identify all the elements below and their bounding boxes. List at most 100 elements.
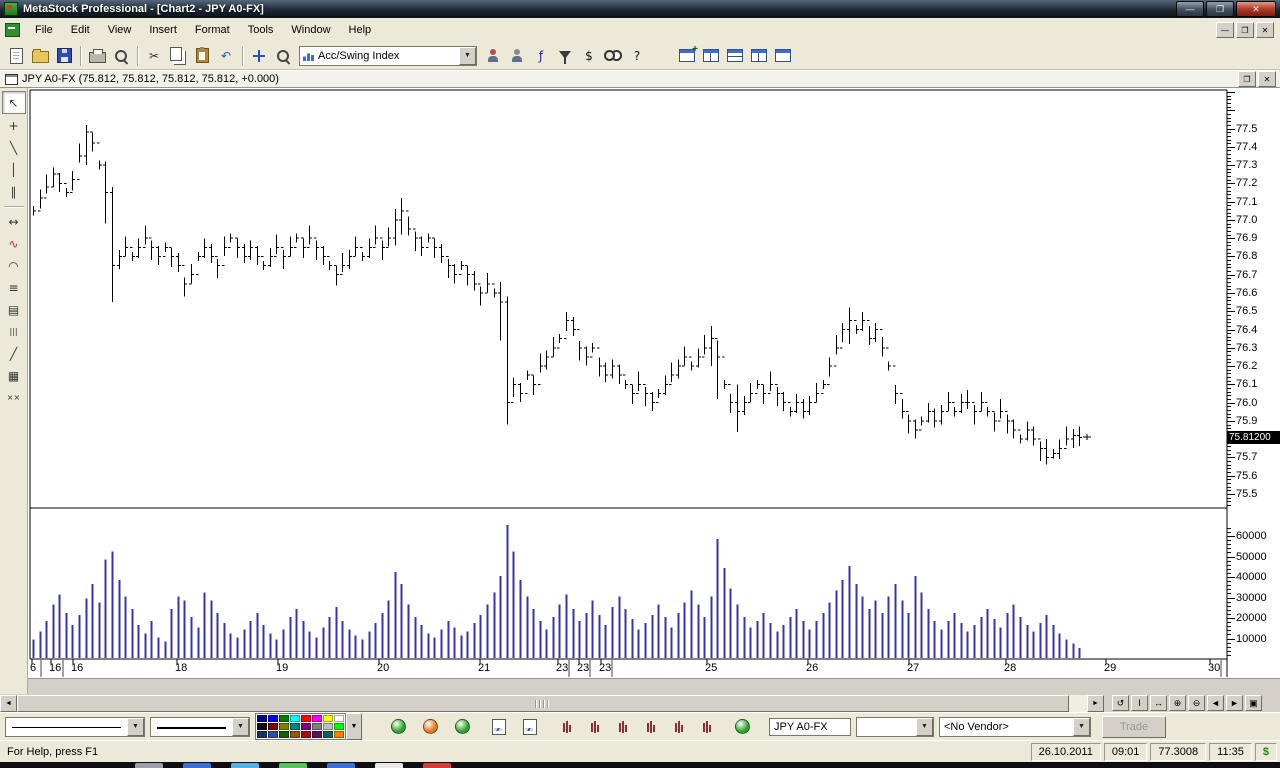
save-icon[interactable] (52, 44, 76, 67)
color-swatch[interactable] (334, 723, 344, 730)
color-swatch[interactable] (323, 731, 333, 738)
scroll-tool-icon[interactable] (247, 44, 271, 67)
taskbar-app-icon[interactable] (279, 763, 307, 768)
new-chart-icon[interactable] (4, 44, 28, 67)
connect-quotes-icon[interactable] (386, 715, 410, 738)
line-weight-combo[interactable]: ▼ (150, 717, 250, 737)
child-restore-button[interactable]: ❐ (1236, 22, 1254, 38)
point-figure-style-icon[interactable] (639, 715, 663, 738)
chart-caption-bar[interactable]: JPY A0-FX (75.812, 75.812, 75.812, 75.81… (0, 70, 1280, 88)
new-window-icon[interactable] (675, 44, 699, 67)
maximize-button[interactable]: ❐ (1206, 1, 1234, 17)
taskbar-app-icon[interactable] (231, 763, 259, 768)
color-swatch[interactable] (257, 723, 267, 730)
undo-icon[interactable]: ↶ (214, 44, 238, 67)
color-swatch[interactable] (323, 723, 333, 730)
trade-button[interactable]: Trade (1102, 716, 1166, 738)
menu-insert[interactable]: Insert (140, 20, 186, 40)
menu-view[interactable]: View (99, 20, 141, 40)
kagi-style-icon[interactable] (667, 715, 691, 738)
chart-restore-button[interactable]: ❐ (1238, 71, 1256, 87)
color-swatch[interactable] (268, 715, 278, 722)
taskbar-app-icon[interactable] (423, 763, 451, 768)
color-swatch[interactable] (279, 731, 289, 738)
windows-taskbar[interactable] (0, 762, 1280, 768)
line-style-icon[interactable] (611, 715, 635, 738)
color-swatch[interactable] (279, 715, 289, 722)
close-button[interactable]: ✕ (1236, 1, 1276, 17)
line-style-combo[interactable]: ▼ (5, 717, 145, 737)
zigzag-indicator-tool[interactable]: ∿ (3, 233, 25, 254)
indicator-quicklist-combo[interactable]: Acc/Swing Index ▼ (299, 46, 477, 66)
taskbar-app-icon[interactable] (183, 763, 211, 768)
cycle-lines-tool[interactable]: ||| (3, 321, 25, 342)
scrollbar-left-arrow[interactable]: ◄ (0, 695, 17, 712)
chevron-down-icon[interactable]: ▼ (916, 718, 933, 736)
expert-commentary-icon[interactable] (505, 44, 529, 67)
bar-style-icon[interactable] (555, 715, 579, 738)
color-swatch[interactable] (257, 731, 267, 738)
color-swatch[interactable] (290, 731, 300, 738)
color-swatch[interactable] (279, 723, 289, 730)
options-dollar-icon[interactable]: $ (577, 44, 601, 67)
zoom-out-icon[interactable]: ⊖ (1188, 695, 1205, 711)
symbol-input[interactable]: JPY A0-FX (769, 718, 851, 736)
fibonacci-arc-tool[interactable]: ◠ (3, 255, 25, 276)
scroll-arrows-tool[interactable]: ↔ (3, 211, 25, 232)
chevron-down-icon[interactable]: ▼ (1073, 718, 1090, 736)
color-swatch[interactable] (301, 731, 311, 738)
color-swatch[interactable] (323, 715, 333, 722)
chart-document-icon[interactable] (5, 23, 20, 37)
ibeam-cursor-icon[interactable]: I (1131, 695, 1148, 711)
text-note-tool[interactable]: ≡ (3, 277, 25, 298)
copy-icon[interactable] (166, 44, 190, 67)
vertical-line-tool[interactable]: │ (3, 159, 25, 180)
horizontal-scrollbar[interactable]: ◄ ► (0, 695, 1104, 712)
zoom-reset-icon[interactable]: ↺ (1112, 695, 1129, 711)
fill-pattern-tool[interactable]: ▦ (3, 365, 25, 386)
tile-vertical-icon[interactable] (699, 44, 723, 67)
light-trendline-tool[interactable]: ╱ (3, 343, 25, 364)
color-swatch[interactable] (334, 731, 344, 738)
child-close-button[interactable]: ✕ (1256, 22, 1274, 38)
menu-help[interactable]: Help (340, 20, 381, 40)
refresh-quotes-icon[interactable] (450, 715, 474, 738)
menu-format[interactable]: Format (186, 20, 239, 40)
zoom-tool-icon[interactable] (271, 44, 295, 67)
explorer-binoculars-icon[interactable] (601, 44, 625, 67)
indicator-builder-icon[interactable]: ƒ (529, 44, 553, 67)
menu-tools[interactable]: Tools (239, 20, 283, 40)
periodicity-combo[interactable]: ▼ (856, 717, 934, 737)
pointer-tool[interactable]: ↖ (2, 91, 26, 114)
taskbar-app-icon[interactable] (327, 763, 355, 768)
realtime-status-icon[interactable] (730, 715, 754, 738)
renko-style-icon[interactable] (695, 715, 719, 738)
tile-horizontal-icon[interactable] (723, 44, 747, 67)
print-icon[interactable] (85, 44, 109, 67)
menu-edit[interactable]: Edit (62, 20, 99, 40)
minimize-button[interactable]: — (1176, 1, 1204, 17)
scrollbar-thumb[interactable] (17, 695, 1069, 712)
cut-icon[interactable]: ✂ (142, 44, 166, 67)
go-to-end-icon[interactable]: ▣ (1245, 695, 1262, 711)
color-swatch[interactable] (268, 731, 278, 738)
candle-style-icon[interactable] (583, 715, 607, 738)
color-swatch[interactable] (312, 715, 322, 722)
context-help-icon[interactable]: ? (625, 44, 649, 67)
open-intraday-chart-icon[interactable] (487, 715, 511, 738)
vendor-combo[interactable]: <No Vendor> ▼ (939, 717, 1091, 737)
color-swatch[interactable] (312, 731, 322, 738)
scroll-right-icon[interactable]: ► (1226, 695, 1243, 711)
color-swatch[interactable] (334, 715, 344, 722)
taskbar-app-icon[interactable] (375, 763, 403, 768)
symbol-palette-tool[interactable]: ×× (3, 387, 25, 408)
color-swatch[interactable] (268, 723, 278, 730)
open-icon[interactable] (28, 44, 52, 67)
menu-window[interactable]: Window (282, 20, 339, 40)
trendline-tool[interactable]: ╲ (3, 137, 25, 158)
scroll-left-icon[interactable]: ◄ (1207, 695, 1224, 711)
pause-quotes-icon[interactable] (418, 715, 442, 738)
child-minimize-button[interactable]: — (1216, 22, 1234, 38)
color-swatch[interactable] (290, 723, 300, 730)
scrollbar-right-arrow[interactable]: ► (1087, 695, 1104, 712)
